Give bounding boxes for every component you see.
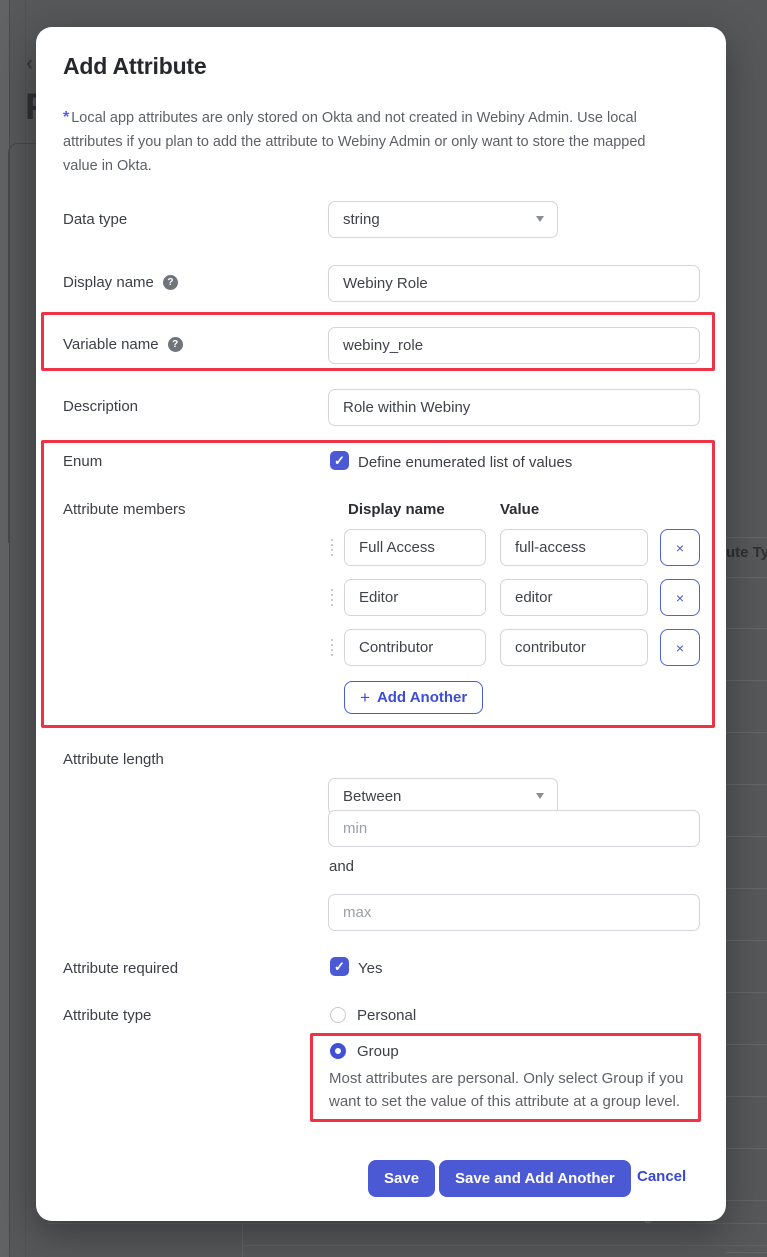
- chevron-down-icon: [536, 216, 544, 222]
- background-card-corner: [8, 143, 38, 543]
- background-row-line: [48, 1223, 767, 1224]
- attribute-length-value: Between: [343, 788, 401, 805]
- background-column-line: [242, 1223, 243, 1257]
- enum-label: Enum: [63, 453, 102, 470]
- attribute-length-label: Attribute length: [63, 751, 164, 768]
- attribute-type-label: Attribute type: [63, 1007, 151, 1024]
- attribute-members-label: Attribute members: [63, 501, 186, 518]
- help-icon[interactable]: ?: [163, 275, 178, 290]
- enum-checkbox-label: Define enumerated list of values: [358, 454, 572, 471]
- local-attribute-note: *Local app attributes are only stored on…: [63, 106, 681, 178]
- member-value-input[interactable]: [500, 529, 648, 566]
- data-type-select[interactable]: string: [328, 201, 558, 238]
- group-radio-help-text: Most attributes are personal. Only selec…: [329, 1067, 711, 1113]
- member-display-name-input[interactable]: [344, 629, 486, 666]
- cancel-button[interactable]: Cancel: [637, 1168, 686, 1185]
- remove-member-button[interactable]: ×: [660, 629, 700, 666]
- help-icon[interactable]: ?: [168, 337, 183, 352]
- drag-handle[interactable]: [331, 589, 333, 591]
- group-radio[interactable]: [330, 1043, 346, 1059]
- data-type-label: Data type: [63, 211, 127, 228]
- remove-member-button[interactable]: ×: [660, 529, 700, 566]
- save-and-add-another-button[interactable]: Save and Add Another: [439, 1160, 631, 1197]
- remove-member-button[interactable]: ×: [660, 579, 700, 616]
- chevron-down-icon: [536, 793, 544, 799]
- group-radio-label: Group: [357, 1043, 399, 1060]
- check-icon: ✓: [334, 959, 345, 975]
- variable-name-input[interactable]: [328, 327, 700, 364]
- variable-name-label: Variable name ?: [63, 336, 183, 353]
- add-attribute-dialog: Add Attribute *Local app attributes are …: [36, 27, 726, 1221]
- close-icon: ×: [676, 640, 684, 656]
- note-text: Local app attributes are only stored on …: [63, 110, 646, 174]
- member-value-input[interactable]: [500, 629, 648, 666]
- close-icon: ×: [676, 540, 684, 556]
- personal-radio[interactable]: [330, 1007, 346, 1023]
- min-length-input[interactable]: [328, 810, 700, 847]
- attribute-required-label: Attribute required: [63, 960, 178, 977]
- background-column-header-partial: ute Typ: [726, 544, 767, 561]
- description-input[interactable]: [328, 389, 700, 426]
- background-table-strip: ute Typ: [726, 0, 767, 1257]
- length-separator-label: and: [329, 858, 354, 875]
- attribute-required-checkbox[interactable]: ✓: [330, 957, 349, 976]
- asterisk-icon: *: [63, 109, 69, 126]
- max-length-input[interactable]: [328, 894, 700, 931]
- check-icon: ✓: [334, 453, 345, 469]
- members-column-display-name: Display name: [348, 501, 445, 518]
- description-label: Description: [63, 398, 138, 415]
- drag-handle[interactable]: [331, 539, 333, 541]
- enum-checkbox[interactable]: ✓: [330, 451, 349, 470]
- background-row-line: [242, 1245, 767, 1246]
- add-another-member-button[interactable]: + Add Another: [344, 681, 483, 714]
- drag-handle[interactable]: [331, 639, 333, 641]
- member-value-input[interactable]: [500, 579, 648, 616]
- dialog-title: Add Attribute: [63, 53, 206, 80]
- back-arrow-icon: ‹: [26, 50, 33, 76]
- display-name-label: Display name ?: [63, 274, 178, 291]
- close-icon: ×: [676, 590, 684, 606]
- save-button[interactable]: Save: [368, 1160, 435, 1197]
- personal-radio-label: Personal: [357, 1007, 416, 1024]
- members-column-value: Value: [500, 501, 539, 518]
- display-name-input[interactable]: [328, 265, 700, 302]
- plus-icon: +: [360, 688, 370, 708]
- attribute-required-checkbox-label: Yes: [358, 960, 382, 977]
- data-type-value: string: [343, 211, 380, 228]
- member-display-name-input[interactable]: [344, 529, 486, 566]
- member-display-name-input[interactable]: [344, 579, 486, 616]
